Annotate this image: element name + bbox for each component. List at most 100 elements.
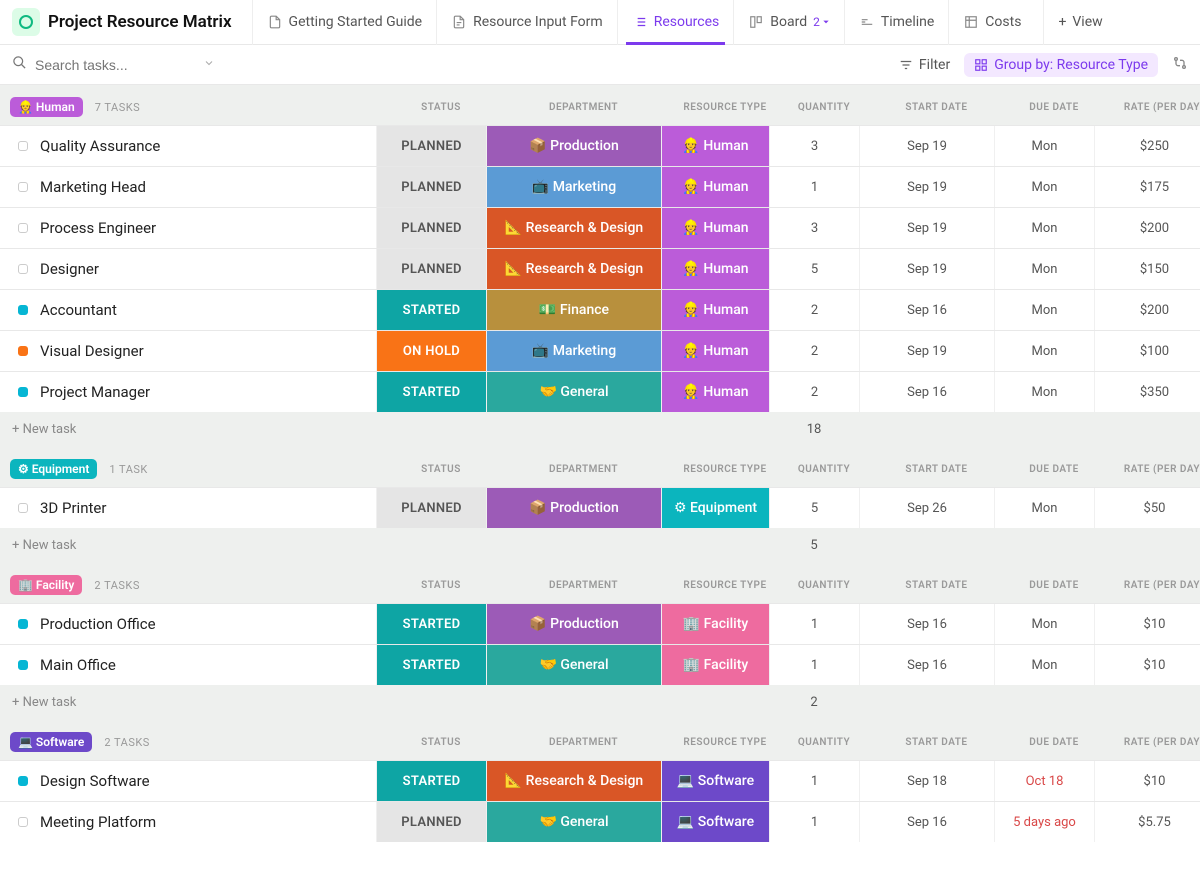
due-date-cell[interactable]: Mon (994, 331, 1094, 371)
rate-cell[interactable]: $50 (1094, 488, 1200, 528)
department-cell[interactable]: 📐 Research & Design (486, 249, 661, 289)
resource-type-cell[interactable]: 💻 Software (661, 761, 769, 801)
status-cell[interactable]: PLANNED (376, 208, 486, 248)
due-date-cell[interactable]: Mon (994, 645, 1094, 685)
table-row[interactable]: Visual DesignerON HOLD📺 Marketing👷 Human… (0, 330, 1200, 371)
quantity-cell[interactable]: 3 (769, 208, 859, 248)
column-header[interactable]: QUANTITY (779, 576, 869, 595)
tab-board[interactable]: Board2 (733, 0, 844, 45)
quantity-cell[interactable]: 5 (769, 488, 859, 528)
new-task-button[interactable]: + New task (0, 528, 376, 563)
quantity-cell[interactable]: 1 (769, 167, 859, 207)
department-cell[interactable]: 📺 Marketing (486, 167, 661, 207)
resource-type-cell[interactable]: 👷 Human (661, 167, 769, 207)
quantity-cell[interactable]: 1 (769, 645, 859, 685)
start-date-cell[interactable]: Sep 19 (859, 126, 994, 166)
rate-cell[interactable]: $200 (1094, 208, 1200, 248)
column-header[interactable]: RATE (PER DAY) (1104, 98, 1200, 117)
tab-resource-input-form[interactable]: Resource Input Form (436, 0, 617, 45)
quantity-cell[interactable]: 1 (769, 761, 859, 801)
rate-cell[interactable]: $10 (1094, 645, 1200, 685)
table-row[interactable]: Marketing HeadPLANNED📺 Marketing👷 Human1… (0, 166, 1200, 207)
resource-type-cell[interactable]: ⚙ Equipment (661, 488, 769, 528)
table-row[interactable]: DesignerPLANNED📐 Research & Design👷 Huma… (0, 248, 1200, 289)
table-row[interactable]: Project ManagerSTARTED🤝 General👷 Human2S… (0, 371, 1200, 412)
new-task-button[interactable]: + New task (0, 412, 376, 447)
status-cell[interactable]: STARTED (376, 604, 486, 644)
column-header[interactable]: QUANTITY (779, 98, 869, 117)
department-cell[interactable]: 🤝 General (486, 372, 661, 412)
rate-cell[interactable]: $5.75 (1094, 802, 1200, 842)
resource-type-cell[interactable]: 👷 Human (661, 249, 769, 289)
department-cell[interactable]: 🤝 General (486, 802, 661, 842)
due-date-cell[interactable]: Mon (994, 249, 1094, 289)
rate-cell[interactable]: $250 (1094, 126, 1200, 166)
column-header[interactable]: START DATE (869, 733, 1004, 752)
column-header[interactable]: DEPARTMENT (496, 733, 671, 752)
column-header[interactable]: DUE DATE (1004, 733, 1104, 752)
start-date-cell[interactable]: Sep 16 (859, 290, 994, 330)
column-header[interactable]: STATUS (386, 576, 496, 595)
resource-type-cell[interactable]: 💻 Software (661, 802, 769, 842)
resource-type-cell[interactable]: 👷 Human (661, 372, 769, 412)
tab-costs[interactable]: Costs (948, 0, 1035, 45)
start-date-cell[interactable]: Sep 19 (859, 208, 994, 248)
table-row[interactable]: Design SoftwareSTARTED📐 Research & Desig… (0, 760, 1200, 801)
status-cell[interactable]: ON HOLD (376, 331, 486, 371)
column-header[interactable]: RATE (PER DAY) (1104, 733, 1200, 752)
status-cell[interactable]: STARTED (376, 372, 486, 412)
settings-icon[interactable] (1172, 55, 1188, 75)
due-date-cell[interactable]: Mon (994, 488, 1094, 528)
tab-getting-started-guide[interactable]: Getting Started Guide (252, 0, 437, 45)
new-task-button[interactable]: + New task (0, 685, 376, 720)
column-header[interactable]: STATUS (386, 98, 496, 117)
column-header[interactable]: START DATE (869, 460, 1004, 479)
rate-cell[interactable]: $175 (1094, 167, 1200, 207)
start-date-cell[interactable]: Sep 19 (859, 331, 994, 371)
quantity-cell[interactable]: 2 (769, 372, 859, 412)
column-header[interactable]: RATE (PER DAY) (1104, 460, 1200, 479)
column-header[interactable]: DUE DATE (1004, 98, 1104, 117)
status-cell[interactable]: PLANNED (376, 488, 486, 528)
due-date-cell[interactable]: Mon (994, 604, 1094, 644)
tab-timeline[interactable]: Timeline (844, 0, 948, 45)
status-cell[interactable]: PLANNED (376, 249, 486, 289)
rate-cell[interactable]: $100 (1094, 331, 1200, 371)
table-row[interactable]: AccountantSTARTED💵 Finance👷 Human2Sep 16… (0, 289, 1200, 330)
start-date-cell[interactable]: Sep 16 (859, 645, 994, 685)
rate-cell[interactable]: $10 (1094, 604, 1200, 644)
status-cell[interactable]: PLANNED (376, 126, 486, 166)
due-date-cell[interactable]: 5 days ago (994, 802, 1094, 842)
resource-type-cell[interactable]: 👷 Human (661, 126, 769, 166)
filter-button[interactable]: Filter (899, 57, 950, 73)
start-date-cell[interactable]: Sep 16 (859, 604, 994, 644)
status-cell[interactable]: STARTED (376, 761, 486, 801)
rate-cell[interactable]: $150 (1094, 249, 1200, 289)
status-cell[interactable]: PLANNED (376, 802, 486, 842)
department-cell[interactable]: 📦 Production (486, 126, 661, 166)
column-header[interactable]: START DATE (869, 98, 1004, 117)
quantity-cell[interactable]: 5 (769, 249, 859, 289)
resource-type-cell[interactable]: 👷 Human (661, 331, 769, 371)
department-cell[interactable]: 📦 Production (486, 604, 661, 644)
department-cell[interactable]: 📺 Marketing (486, 331, 661, 371)
department-cell[interactable]: 📐 Research & Design (486, 208, 661, 248)
due-date-cell[interactable]: Oct 18 (994, 761, 1094, 801)
column-header[interactable]: DUE DATE (1004, 460, 1104, 479)
resource-type-cell[interactable]: 🏢 Facility (661, 604, 769, 644)
tab-resources[interactable]: Resources (617, 0, 734, 45)
column-header[interactable]: STATUS (386, 733, 496, 752)
search-input[interactable] (35, 57, 195, 73)
group-by-button[interactable]: Group by: Resource Type (964, 53, 1158, 77)
quantity-cell[interactable]: 2 (769, 290, 859, 330)
department-cell[interactable]: 📐 Research & Design (486, 761, 661, 801)
add-view-button[interactable]: + View (1043, 0, 1116, 45)
column-header[interactable]: STATUS (386, 460, 496, 479)
column-header[interactable]: QUANTITY (779, 733, 869, 752)
resource-type-cell[interactable]: 👷 Human (661, 208, 769, 248)
start-date-cell[interactable]: Sep 16 (859, 802, 994, 842)
department-cell[interactable]: 🤝 General (486, 645, 661, 685)
department-cell[interactable]: 📦 Production (486, 488, 661, 528)
status-cell[interactable]: STARTED (376, 290, 486, 330)
column-header[interactable]: DUE DATE (1004, 576, 1104, 595)
